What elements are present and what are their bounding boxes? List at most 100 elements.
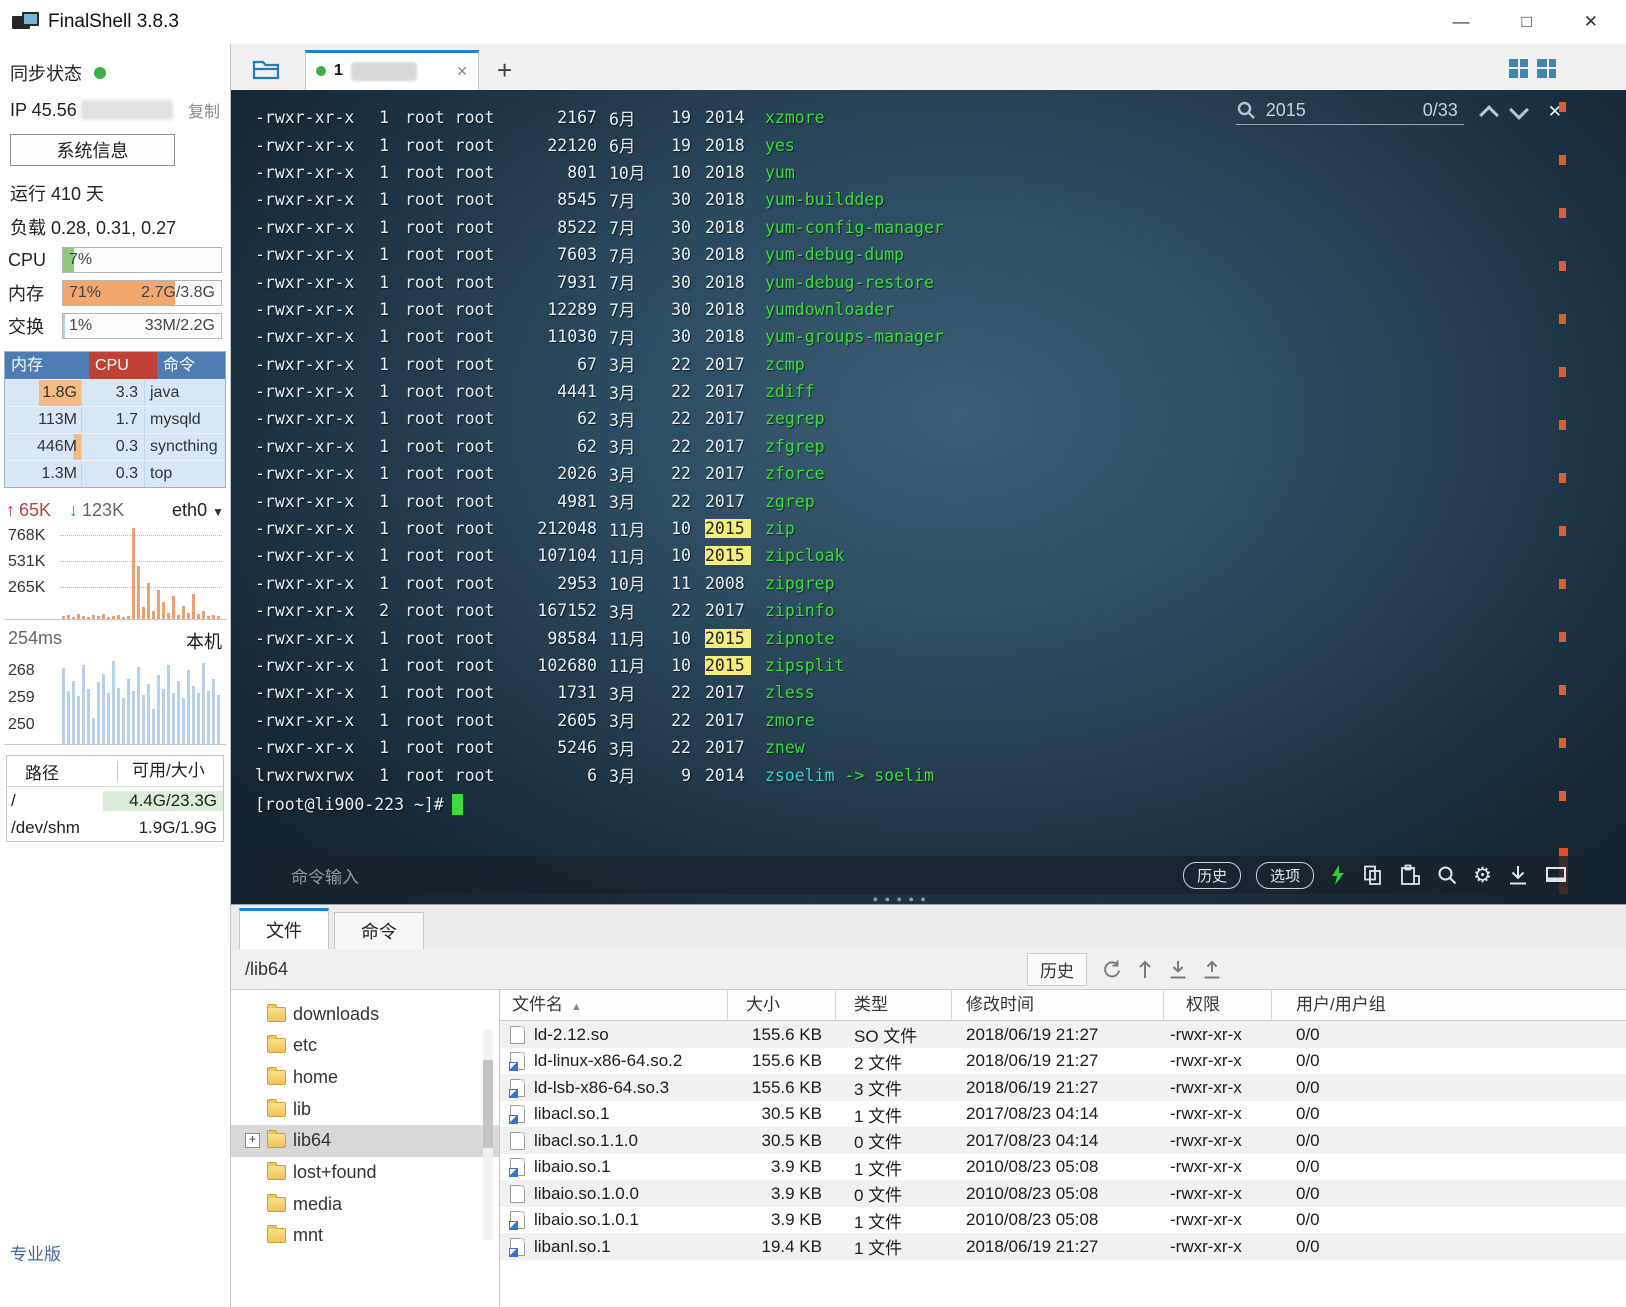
link-count: 1 <box>359 327 389 346</box>
modified-year: 2008 <box>705 574 751 593</box>
refresh-icon[interactable] <box>1101 959 1122 980</box>
process-row[interactable]: 113M 1.7 mysqld <box>5 406 225 433</box>
find-icon[interactable] <box>1436 864 1458 886</box>
maximize-button[interactable]: □ <box>1521 12 1531 32</box>
copy-icon[interactable] <box>1362 864 1384 886</box>
connection-status-dot <box>316 66 326 76</box>
chart-bar <box>72 681 75 744</box>
cpu-meter-row: CPU 7% <box>8 247 222 273</box>
process-header-cpu[interactable]: CPU <box>89 352 157 379</box>
expander-icon[interactable]: + <box>245 1133 260 1148</box>
tree-item[interactable]: + mnt <box>231 1220 499 1252</box>
chart-bar <box>67 615 70 619</box>
file-row[interactable]: ld-2.12.so 155.6 KB SO 文件 2018/06/19 21:… <box>500 1021 1626 1048</box>
tab-close-icon[interactable]: ✕ <box>456 63 468 80</box>
history-button[interactable]: 历史 <box>1183 862 1241 889</box>
options-button[interactable]: 选项 <box>1256 862 1314 889</box>
file-row-user: 0/0 <box>1272 1157 1626 1177</box>
link-count: 1 <box>359 656 389 675</box>
tree-item[interactable]: + media <box>231 1188 499 1220</box>
open-connections-button[interactable] <box>249 54 283 84</box>
disk-header-path[interactable]: 路径 <box>7 759 117 784</box>
search-input[interactable]: 2015 <box>1266 100 1394 121</box>
header-type[interactable]: 类型 <box>836 990 952 1020</box>
file-row-name: libaio.so.1 <box>534 1157 611 1177</box>
download-file-icon[interactable] <box>1168 959 1188 980</box>
file-row[interactable]: libaio.so.1.0.1 3.9 KB 1 文件 2010/08/23 0… <box>500 1207 1626 1234</box>
modified-year: 2018 <box>705 273 751 292</box>
process-cpu: 0.3 <box>82 434 145 460</box>
modified-day: 30 <box>659 300 691 319</box>
modified-year: 2018 <box>705 245 751 264</box>
system-info-button[interactable]: 系统信息 <box>10 134 175 166</box>
paste-icon[interactable] <box>1399 864 1421 886</box>
header-size[interactable]: 大小 <box>728 990 836 1020</box>
link-count: 1 <box>359 300 389 319</box>
modified-day: 9 <box>659 766 691 785</box>
file-row[interactable]: libaio.so.1 3.9 KB 1 文件 2010/08/23 05:08… <box>500 1154 1626 1181</box>
tree-item[interactable]: + downloads <box>231 998 499 1030</box>
command-input[interactable]: 命令输入 <box>267 863 359 888</box>
tree-item[interactable]: + lib64 <box>231 1125 499 1157</box>
file-permissions: lrwxrwxrwx <box>255 766 359 785</box>
tree-item[interactable]: + home <box>231 1062 499 1094</box>
tree-item-label: media <box>293 1194 342 1215</box>
chart-bar <box>152 611 155 619</box>
interface-dropdown[interactable]: eth0 ▼ <box>172 500 224 521</box>
settings-gear-icon[interactable]: ⚙ <box>1473 865 1492 885</box>
file-name: zcmp <box>765 355 805 374</box>
file-row[interactable]: libacl.so.1.1.0 30.5 KB 0 文件 2017/08/23 … <box>500 1127 1626 1154</box>
process-row[interactable]: 1.8G 3.3 java <box>5 379 225 406</box>
file-row[interactable]: libanl.so.1 19.4 KB 1 文件 2018/06/19 21:2… <box>500 1233 1626 1260</box>
close-button[interactable]: ✕ <box>1584 12 1598 32</box>
file-row-mtime: 2018/06/19 21:27 <box>952 1051 1164 1071</box>
file-row[interactable]: ld-lsb-x86-64.so.3 155.6 KB 3 文件 2018/06… <box>500 1074 1626 1101</box>
file-row[interactable]: libacl.so.1 30.5 KB 1 文件 2017/08/23 04:1… <box>500 1101 1626 1128</box>
copy-ip-button[interactable]: 复制 <box>188 98 220 122</box>
header-perms[interactable]: 权限 <box>1164 990 1272 1020</box>
bottom-tab[interactable]: 文件 <box>239 908 329 949</box>
session-tab[interactable]: 1 ✕ <box>305 50 479 90</box>
layout-split-icon[interactable] <box>1537 59 1556 78</box>
download-icon[interactable] <box>1507 864 1529 886</box>
bottom-tab[interactable]: 命令 <box>334 912 424 949</box>
minimize-button[interactable]: — <box>1452 12 1469 32</box>
new-tab-button[interactable]: + <box>497 60 512 80</box>
header-mtime[interactable]: 修改时间 <box>952 990 1164 1020</box>
modified-month: 3月 <box>609 763 659 787</box>
process-cpu: 0.3 <box>82 461 145 487</box>
process-header-mem[interactable]: 内存 <box>5 352 89 379</box>
fullscreen-window-icon[interactable] <box>1544 864 1568 886</box>
modified-day: 30 <box>659 245 691 264</box>
header-filename[interactable]: 文件名▲ <box>500 990 728 1020</box>
search-next-button[interactable] <box>1509 101 1529 121</box>
header-user[interactable]: 用户/用户组 <box>1272 990 1626 1020</box>
file-permissions: -rwxr-xr-x <box>255 355 359 374</box>
quick-command-icon[interactable] <box>1329 864 1347 886</box>
terminal-row: -rwxr-xr-x 1 root root 11030 7月 30 2018 … <box>255 323 1626 350</box>
file-permissions: -rwxr-xr-x <box>255 136 359 155</box>
file-permissions: -rwxr-xr-x <box>255 273 359 292</box>
upload-file-icon[interactable] <box>1202 959 1222 980</box>
terminal-row: -rwxr-xr-x 2 root root 167152 3月 22 2017… <box>255 597 1626 624</box>
process-row[interactable]: 1.3M 0.3 top <box>5 460 225 487</box>
file-row[interactable]: libaio.so.1.0.0 3.9 KB 0 文件 2010/08/23 0… <box>500 1180 1626 1207</box>
modified-month: 3月 <box>609 407 659 431</box>
search-prev-button[interactable] <box>1479 106 1499 126</box>
tree-item[interactable]: + lost+found <box>231 1157 499 1189</box>
file-row[interactable]: ld-linux-x86-64.so.2 155.6 KB 2 文件 2018/… <box>500 1048 1626 1075</box>
disk-header-size[interactable]: 可用/大小 <box>117 761 223 781</box>
process-header-cmd[interactable]: 命令 <box>157 352 225 379</box>
current-path[interactable]: /lib64 <box>231 959 288 980</box>
path-history-button[interactable]: 历史 <box>1027 953 1087 986</box>
process-row[interactable]: 446M 0.3 syncthing <box>5 433 225 460</box>
layout-grid-icon[interactable] <box>1509 59 1528 78</box>
splitter-handle[interactable]: ● ● ● ● ● <box>873 894 928 904</box>
tree-scrollbar-thumb[interactable] <box>483 1060 493 1148</box>
tree-item[interactable]: + etc <box>231 1030 499 1062</box>
transfer-up-icon[interactable] <box>1136 959 1154 980</box>
terminal-panel[interactable]: -rwxr-xr-x 1 root root 2167 6月 19 2014 x… <box>231 90 1626 904</box>
owner-group: root root <box>405 738 505 757</box>
link-count: 1 <box>359 136 389 155</box>
tree-item[interactable]: + lib <box>231 1093 499 1125</box>
